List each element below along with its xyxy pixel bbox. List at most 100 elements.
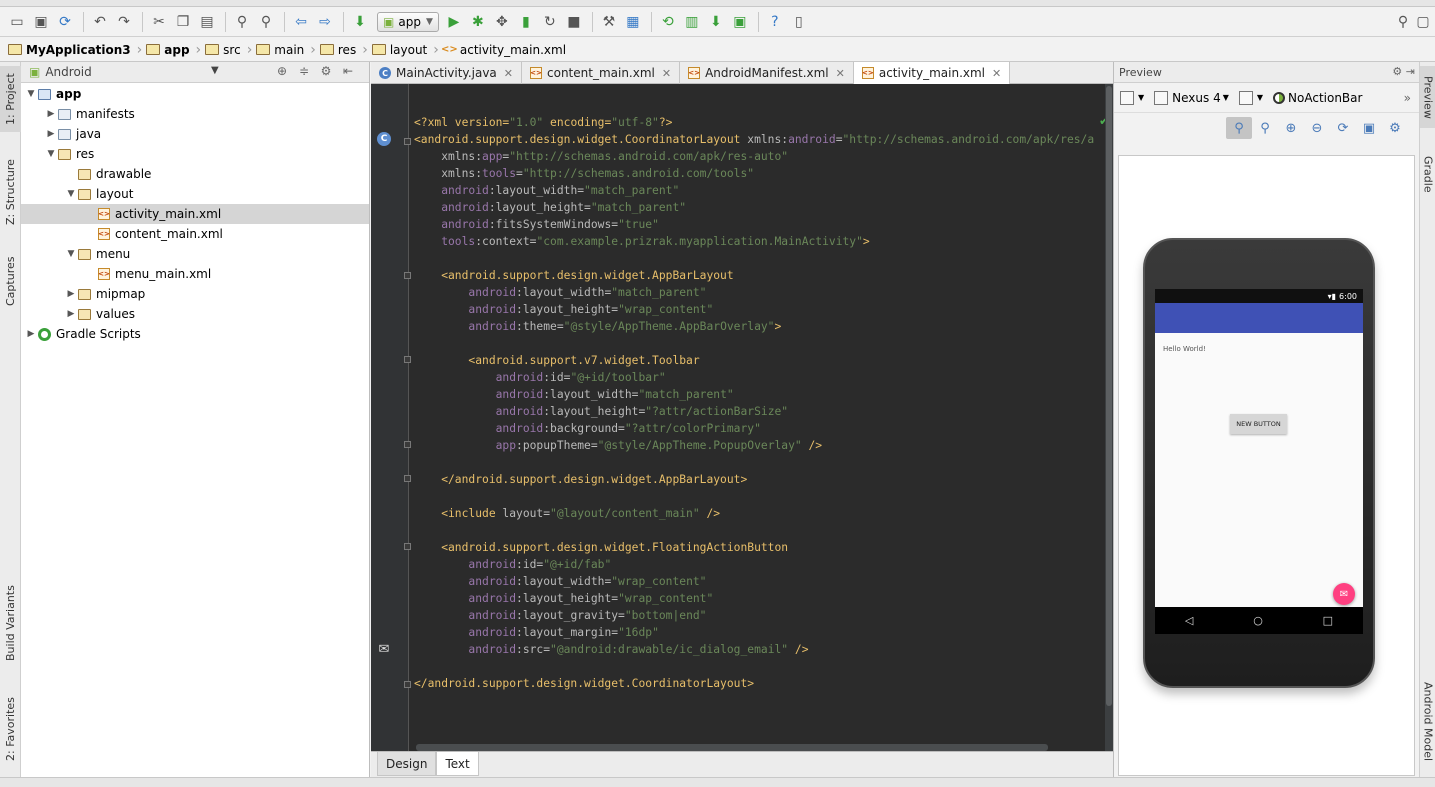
chevron-right-icon[interactable]: ▶ [64,289,78,299]
tree-item[interactable]: ▼ res [21,144,369,164]
build-icon[interactable]: ⬇ [349,11,371,33]
fold-marker[interactable] [404,356,411,363]
refresh-icon[interactable]: ⟳ [1330,117,1356,139]
vertical-scrollbar[interactable] [1105,84,1113,751]
chevron-down-icon[interactable]: ▼ [24,89,38,99]
project-view-select[interactable]: ▣ Android [29,65,92,79]
sync-icon[interactable]: ⟳ [54,11,76,33]
coverage-icon[interactable]: ▮ [515,11,537,33]
breadcrumb-main[interactable]: main › [256,38,320,62]
tree-item[interactable]: ▶ mipmap [21,284,369,304]
cut-icon[interactable]: ✂ [148,11,170,33]
zoom-out-icon[interactable]: ⊖ [1304,117,1330,139]
run-icon[interactable]: ▶ [443,11,465,33]
open-icon[interactable]: ▭ [6,11,28,33]
fold-marker[interactable] [404,681,411,688]
device-frame-select[interactable]: ▼ [1120,90,1144,105]
tree-item[interactable]: <> activity_main.xml [21,204,369,224]
tree-item[interactable]: <> content_main.xml [21,224,369,244]
tab-build-variants[interactable]: Build Variants [0,574,21,672]
chevron-right-icon[interactable]: ▶ [44,109,58,119]
tab-captures[interactable]: Captures [0,246,21,316]
orientation-select[interactable]: ▼ [1238,90,1263,105]
editor-tab[interactable]: <> activity_main.xml ✕ [853,62,1011,84]
collapse-all-icon[interactable]: ≑ [293,64,315,78]
horizontal-scrollbar[interactable] [416,744,1048,751]
undo-icon[interactable]: ↶ [89,11,111,33]
find-icon[interactable]: ⚲ [231,11,253,33]
tab-favorites[interactable]: 2: Favorites [0,686,21,772]
run-config-select[interactable]: ▣ app ▼ [377,11,439,32]
tree-item[interactable]: ▼ layout [21,184,369,204]
tab-design[interactable]: Design [377,752,437,776]
tab-text[interactable]: Text [436,752,479,776]
screenshot-icon[interactable]: ▣ [1356,117,1382,139]
help-icon[interactable]: ? [764,11,786,33]
breadcrumb-project[interactable]: MyApplication3 › [8,38,146,62]
zoom-in-icon[interactable]: ⊕ [1278,117,1304,139]
debug-icon[interactable]: ✱ [467,11,489,33]
search-everywhere-icon[interactable]: ⚲ [1392,11,1414,33]
editor-tab[interactable]: <> AndroidManifest.xml ✕ [680,62,854,84]
new-button[interactable]: NEW BUTTON [1230,414,1287,434]
tree-item[interactable]: ▶ Gradle Scripts [21,324,369,344]
copy-icon[interactable]: ❐ [172,11,194,33]
editor-tab[interactable]: <> content_main.xml ✕ [522,62,681,84]
email-marker-icon[interactable]: ✉ [377,642,391,657]
close-icon[interactable]: ✕ [662,67,671,80]
code-text[interactable]: <?xml version="1.0" encoding="utf-8"?> <a… [414,114,1094,692]
breadcrumb-module[interactable]: app › [146,38,205,62]
home-icon[interactable]: ○ [1253,614,1263,627]
attach-icon[interactable]: ✥ [491,11,513,33]
android-device-icon[interactable]: ▣ [729,11,751,33]
fold-marker[interactable] [404,441,411,448]
settings-icon[interactable]: ⚒ [598,11,620,33]
tree-item[interactable]: ▼ app [21,84,369,104]
replace-icon[interactable]: ⚲ [255,11,277,33]
close-icon[interactable]: ✕ [504,67,513,80]
floating-action-button[interactable]: ✉ [1333,583,1355,605]
fold-marker[interactable] [404,475,411,482]
recents-icon[interactable]: □ [1323,614,1333,627]
chevron-down-icon[interactable]: ▼ [44,149,58,159]
chevron-right-icon[interactable]: ▶ [24,329,38,339]
avd-icon[interactable]: ▥ [681,11,703,33]
scroll-from-source-icon[interactable]: ⊕ [271,64,293,78]
back-icon[interactable]: ⇦ [290,11,312,33]
structure-icon[interactable]: ▦ [622,11,644,33]
class-marker-icon[interactable]: C [377,132,391,146]
chevron-down-icon[interactable]: ▼ [64,249,78,259]
gradle-sync-icon[interactable]: ⟲ [657,11,679,33]
chevron-down-icon[interactable]: ▼ [211,65,219,76]
hide-panel-icon[interactable]: ⇥ [1406,65,1415,78]
tab-structure[interactable]: Z: Structure [0,150,21,234]
forward-icon[interactable]: ⇨ [314,11,336,33]
paste-icon[interactable]: ▤ [196,11,218,33]
gear-icon[interactable]: ⚙ [1382,117,1408,139]
tree-item[interactable]: ▶ java [21,124,369,144]
breadcrumb-src[interactable]: src › [205,38,256,62]
code-editor[interactable]: C ✉ <?xml version="1.0" encoding="utf-8"… [371,84,1113,751]
breadcrumb-res[interactable]: res › [319,38,372,62]
chevron-right-icon[interactable]: ▶ [44,129,58,139]
tree-item[interactable]: ▶ values [21,304,369,324]
tree-item[interactable]: ▶ manifests [21,104,369,124]
more-icon[interactable]: » [1404,91,1411,105]
theme-select[interactable]: NoActionBar [1273,91,1362,105]
breadcrumb-file[interactable]: <> activity_main.xml [441,38,570,62]
fold-marker[interactable] [404,272,411,279]
hide-panel-icon[interactable]: ⇤ [337,64,359,78]
chevron-right-icon[interactable]: ▶ [64,309,78,319]
fold-marker[interactable] [404,138,411,145]
sdk-icon[interactable]: ⬇ [705,11,727,33]
tree-item[interactable]: ▼ menu [21,244,369,264]
zoom-actual-icon[interactable]: ⚲ [1226,117,1252,139]
tab-gradle[interactable]: Gradle [1420,148,1435,200]
zoom-fit-icon[interactable]: ⚲ [1252,117,1278,139]
close-icon[interactable]: ✕ [992,67,1001,80]
chevron-down-icon[interactable]: ▼ [64,189,78,199]
breadcrumb-layout[interactable]: layout › [371,38,443,62]
redo-icon[interactable]: ↷ [113,11,135,33]
close-icon[interactable]: ✕ [836,67,845,80]
gear-icon[interactable]: ⚙ [1392,65,1402,78]
